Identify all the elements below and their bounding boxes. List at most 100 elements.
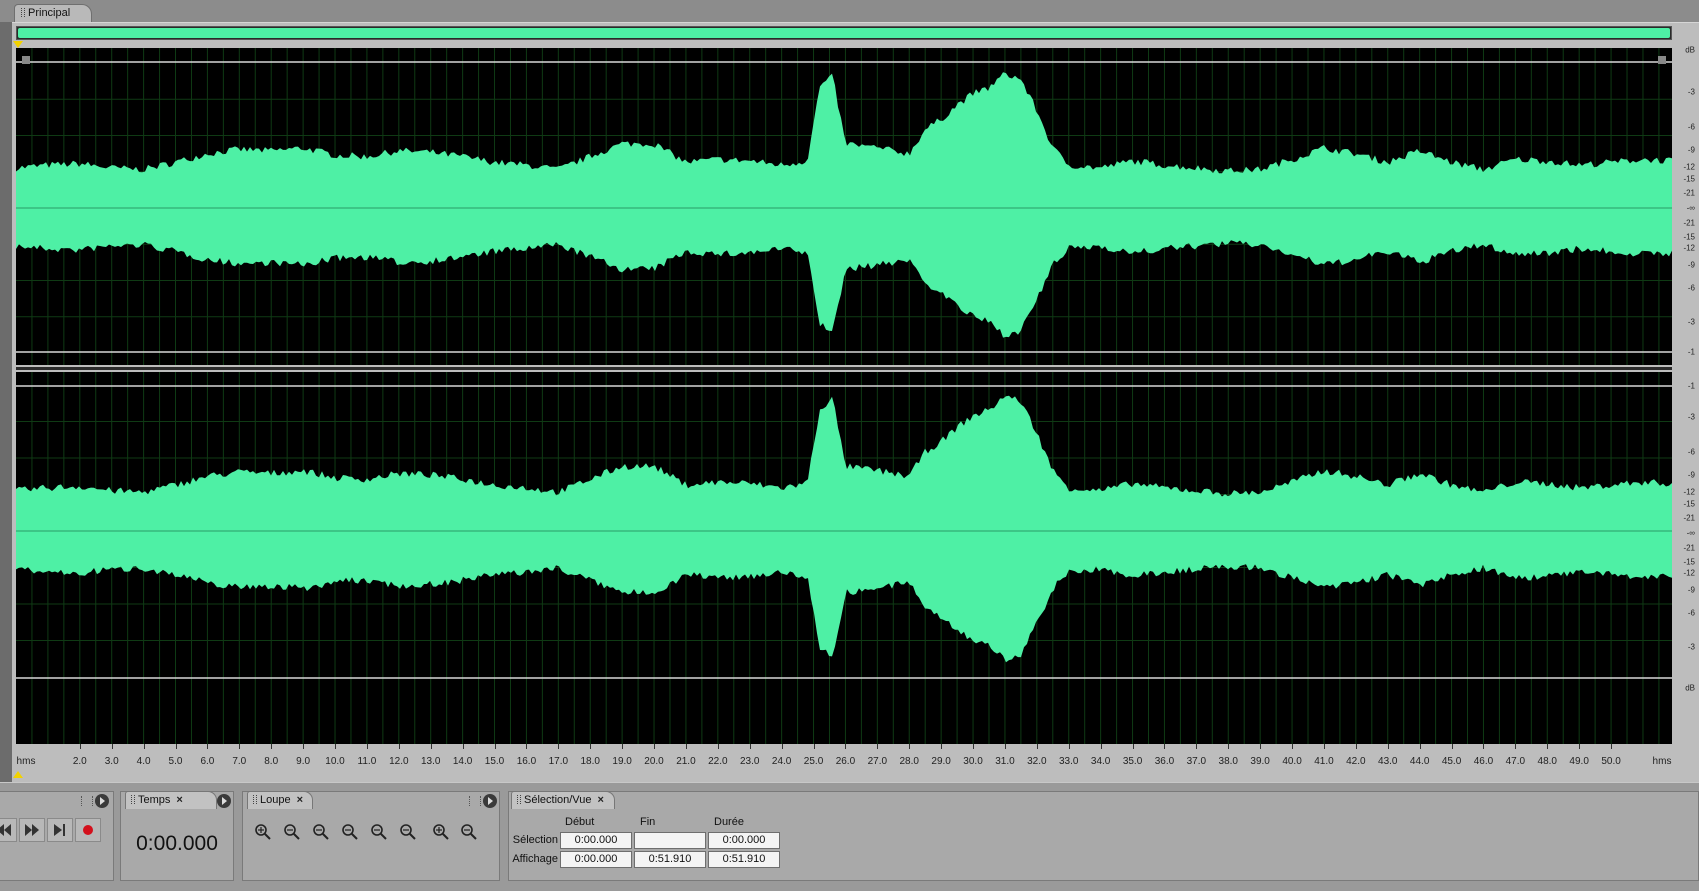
time-tick-label: 17.0 (548, 756, 569, 767)
db-label: -∞ (1686, 528, 1695, 538)
tab-temps[interactable]: Temps × (125, 791, 217, 809)
rewind-icon (0, 824, 11, 836)
db-label: -15 (1683, 499, 1695, 509)
db-label: -∞ (1686, 203, 1695, 213)
time-tick (622, 744, 624, 749)
time-tick (494, 744, 496, 749)
db-label: -6 (1687, 283, 1695, 293)
panel-menu-icon[interactable] (217, 794, 231, 808)
time-tick (1483, 744, 1485, 749)
time-tick-label: 15.0 (484, 756, 505, 767)
tab-selection-vue[interactable]: Sélection/Vue × (511, 791, 615, 809)
rewind-button[interactable] (0, 818, 17, 842)
zoom-in-vertical-button[interactable] (429, 820, 453, 844)
time-tick-label: 18.0 (580, 756, 600, 767)
selection-end-field[interactable] (634, 832, 706, 849)
zoom-out-full-button[interactable] (309, 820, 333, 844)
time-tick-label: 45.0 (1441, 756, 1462, 767)
db-label: -12 (1683, 487, 1695, 497)
time-tick (1132, 744, 1134, 749)
view-start-field[interactable]: 0:00.000 (560, 851, 632, 868)
time-unit-label: hms (16, 756, 36, 767)
db-label: -3 (1687, 87, 1695, 97)
time-tick (1292, 744, 1294, 749)
view-end-field[interactable]: 0:51.910 (634, 851, 706, 868)
zoom-in-amplitude-button[interactable] (251, 820, 275, 844)
time-tick (877, 744, 879, 749)
close-icon[interactable]: × (176, 794, 182, 806)
db-label: -15 (1683, 557, 1695, 567)
zoom-out-full-icon (313, 824, 329, 840)
time-tick-label: 25.0 (803, 756, 824, 767)
time-tick (1451, 744, 1453, 749)
waveform-left-channel (16, 72, 1672, 338)
time-tick (1036, 744, 1038, 749)
zoom-left-edge-button[interactable] (367, 820, 391, 844)
time-tick-label: 22.0 (708, 756, 728, 767)
time-tick-label: 42.0 (1346, 756, 1366, 767)
waveform-right-channel (16, 395, 1672, 663)
time-tick (1323, 744, 1325, 749)
db-label: -12 (1683, 162, 1695, 172)
time-tick-label: 5.0 (168, 756, 183, 767)
time-tick (526, 744, 528, 749)
db-label: -1 (1687, 347, 1695, 357)
time-tick-label: 23.0 (739, 756, 760, 767)
zoom-out-vertical-button[interactable] (457, 820, 481, 844)
time-tick (111, 744, 113, 749)
time-panel: Temps × 0:00.000 (120, 791, 234, 881)
time-tick-label: 9.0 (296, 756, 311, 767)
fade-in-handle (22, 56, 30, 64)
tab-loupe[interactable]: Loupe × (247, 791, 313, 809)
time-tick (1164, 744, 1166, 749)
skip-to-end-button[interactable] (47, 818, 73, 842)
time-tick-label: 7.0 (232, 756, 247, 767)
tab-label: Sélection/Vue (524, 794, 592, 806)
zoom-out-amplitude-icon (284, 824, 300, 840)
view-duration-field[interactable]: 0:51.910 (708, 851, 780, 868)
overview-waveform-range[interactable] (18, 28, 1670, 38)
zoom-right-edge-button[interactable] (396, 820, 420, 844)
db-label: -21 (1683, 513, 1695, 523)
panel-menu-icon[interactable] (95, 794, 109, 808)
time-tick-label: 10.0 (325, 756, 345, 767)
selection-start-field[interactable]: 0:00.000 (560, 832, 632, 849)
record-button[interactable] (75, 818, 101, 842)
waveform-canvas[interactable] (16, 48, 1672, 744)
db-label: -6 (1687, 122, 1695, 132)
db-label: -6 (1687, 608, 1695, 618)
fast-forward-button[interactable] (19, 818, 45, 842)
record-icon (83, 825, 93, 835)
left-edge-strip (0, 22, 12, 782)
waveform-display[interactable] (16, 48, 1672, 744)
db-label: -15 (1683, 232, 1695, 242)
time-tick-label: 50.0 (1601, 756, 1621, 767)
zoom-selection-button[interactable] (338, 820, 362, 844)
time-tick (1515, 744, 1517, 749)
selection-duration-field[interactable]: 0:00.000 (708, 832, 780, 849)
time-tick (1387, 744, 1389, 749)
time-tick (1579, 744, 1581, 749)
tab-principal[interactable]: Principal (14, 4, 92, 22)
time-tick-label: 21.0 (676, 756, 696, 767)
time-tick (175, 744, 177, 749)
time-tick-label: 35.0 (1122, 756, 1143, 767)
db-label: -3 (1687, 412, 1695, 422)
playhead-bottom-marker[interactable] (13, 771, 23, 778)
zoom-out-amplitude-button[interactable] (280, 820, 304, 844)
close-icon[interactable]: × (297, 794, 303, 806)
db-label: -9 (1687, 260, 1695, 270)
time-tick-label: 37.0 (1186, 756, 1207, 767)
panel-grip-icon (469, 796, 481, 806)
panel-menu-icon[interactable] (483, 794, 497, 808)
time-tick (941, 744, 943, 749)
overview-scrollbar[interactable] (16, 26, 1672, 40)
time-ruler[interactable]: hms 2.0 3.0 4.0 5.0 6.0 7.0 8.0 9.0 10.0 11.0 12.0 1… (16, 744, 1672, 772)
time-tick (430, 744, 432, 749)
time-tick-label: 39.0 (1250, 756, 1270, 767)
close-icon[interactable]: × (597, 794, 603, 806)
db-label: -21 (1683, 188, 1695, 198)
time-tick-label: 11.0 (357, 756, 377, 767)
playhead-top-marker[interactable] (13, 41, 23, 48)
selection-view-panel: Sélection/Vue × Début Fin Durée Sélection… (508, 791, 1699, 881)
